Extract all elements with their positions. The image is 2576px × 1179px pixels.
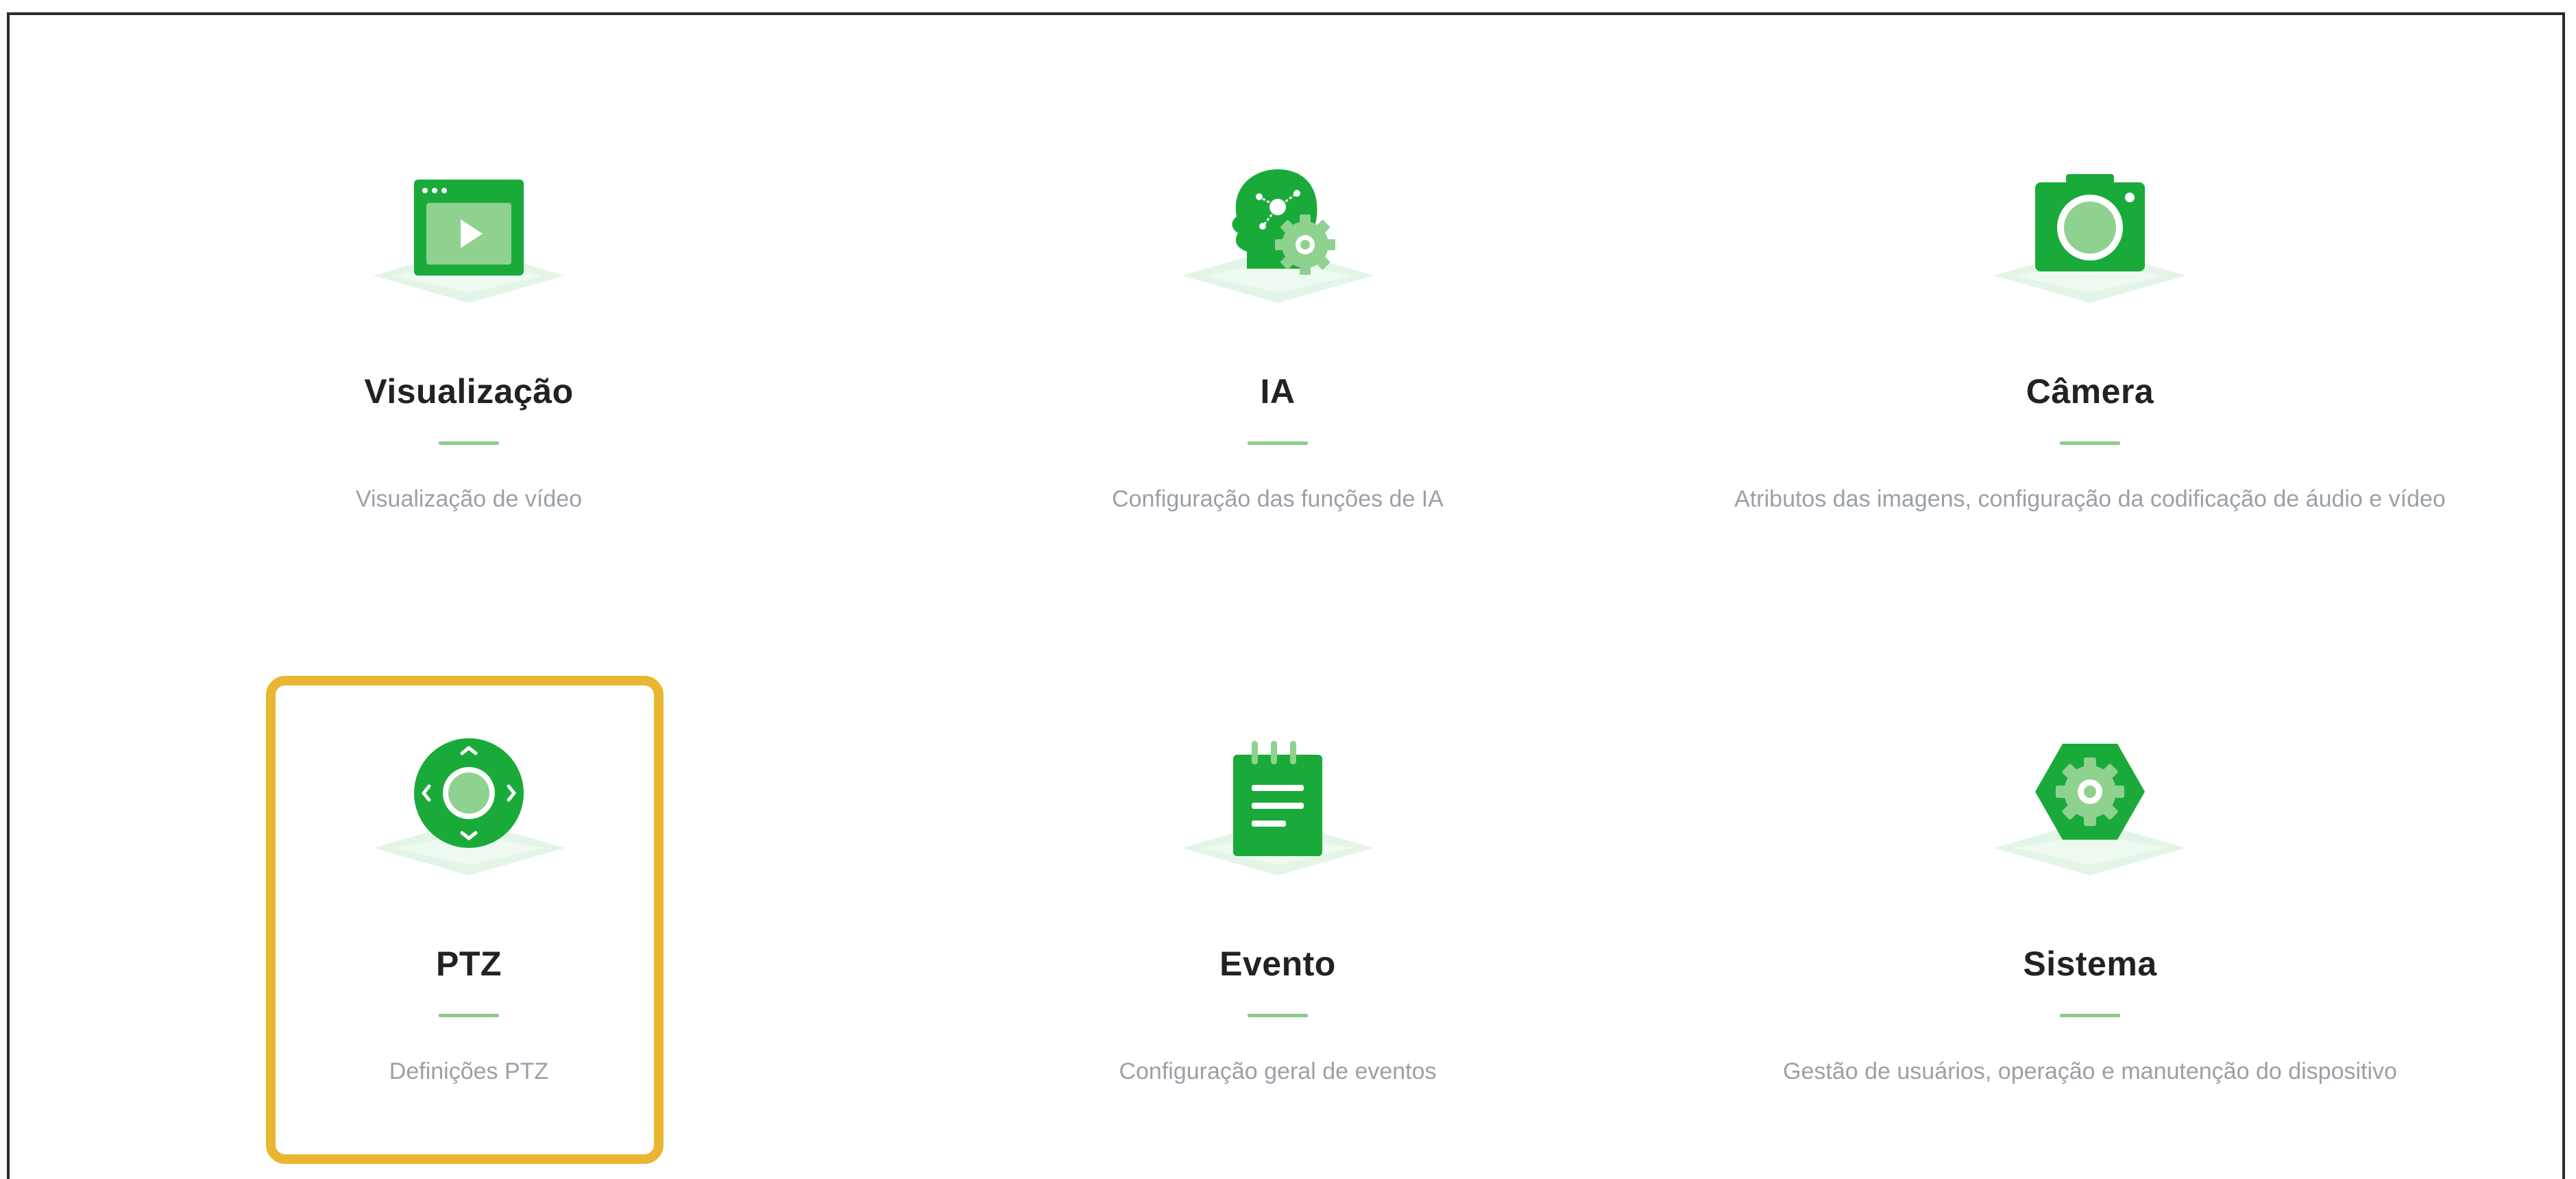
card-title: Sistema [2023,945,2157,983]
card-description: Gestão de usuários, operação e manutençã… [1783,1058,2397,1084]
card-title: Visualização [364,372,574,411]
title-divider [439,1014,499,1017]
card-ptz[interactable]: PTZ Definições PTZ [64,587,873,1108]
menu-grid: Visualização Visualização de vídeo IA Co… [10,15,2562,1179]
card-ia[interactable]: IA Configuração das funções de IA [873,15,1682,536]
card-description: Configuração das funções de IA [1112,486,1444,512]
title-divider [2060,1014,2120,1017]
card-camera[interactable]: Câmera Atributos das imagens, configuraç… [1686,15,2494,536]
card-evento[interactable]: Evento Configuração geral de eventos [873,587,1682,1108]
ai-head-gear-icon [1175,159,1381,337]
title-divider [1248,441,1308,445]
card-title: Câmera [2026,372,2154,411]
card-sistema[interactable]: Sistema Gestão de usuários, operação e m… [1686,587,2494,1108]
card-description: Atributos das imagens, configuração da c… [1734,486,2446,512]
main-panel: Visualização Visualização de vídeo IA Co… [7,12,2565,1179]
card-title: PTZ [436,945,502,983]
title-divider [1248,1014,1308,1017]
card-visualizacao[interactable]: Visualização Visualização de vídeo [64,15,873,536]
notepad-icon [1175,731,1381,910]
card-description: Definições PTZ [389,1058,549,1084]
camera-icon [1987,159,2193,337]
card-description: Visualização de vídeo [355,486,583,512]
title-divider [439,441,499,445]
hexagon-gear-icon [1987,731,2193,910]
card-title: Evento [1219,945,1336,983]
card-title: IA [1260,372,1296,411]
title-divider [2060,441,2120,445]
ptz-joystick-icon [366,731,572,910]
video-player-icon [366,159,572,337]
card-description: Configuração geral de eventos [1119,1058,1437,1084]
